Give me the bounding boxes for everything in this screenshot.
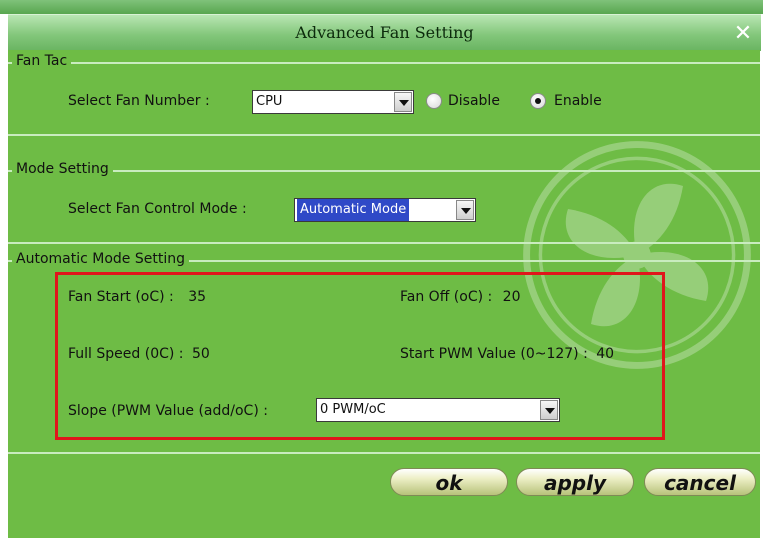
fan-control-mode-select[interactable]: Automatic Mode — [294, 198, 476, 222]
fan-number-value: CPU — [256, 94, 283, 109]
chevron-down-icon[interactable] — [456, 200, 474, 220]
dialog-body: Fan Tac Select Fan Number : CPU Disable … — [8, 50, 760, 538]
close-icon[interactable]: ✕ — [731, 22, 755, 46]
title-bar[interactable]: Advanced Fan Setting ✕ — [8, 14, 761, 51]
fan-number-select[interactable]: CPU — [252, 90, 414, 114]
dialog-title: Advanced Fan Setting — [295, 23, 474, 42]
mode-setting-title: Mode Setting — [12, 161, 113, 177]
disable-radio[interactable] — [426, 93, 442, 109]
cancel-button[interactable]: cancel — [644, 468, 756, 496]
automatic-mode-setting-title: Automatic Mode Setting — [12, 251, 189, 267]
enable-radio[interactable] — [530, 93, 546, 109]
parent-window-strip — [0, 0, 763, 14]
enable-label: Enable — [554, 93, 602, 109]
chevron-down-icon[interactable] — [394, 92, 412, 112]
apply-button[interactable]: apply — [516, 468, 634, 496]
mode-setting-group: Mode Setting Select Fan Control Mode : A… — [8, 161, 760, 244]
advanced-fan-setting-dialog: Advanced Fan Setting ✕ Fan Tac Select Fa… — [0, 0, 763, 542]
fan-control-mode-value: Automatic Mode — [297, 199, 410, 221]
select-fan-control-mode-label: Select Fan Control Mode : — [68, 201, 247, 217]
highlight-box — [55, 272, 665, 440]
disable-label: Disable — [448, 93, 500, 109]
fan-tac-title: Fan Tac — [12, 53, 72, 69]
fan-tac-group: Fan Tac Select Fan Number : CPU Disable … — [8, 53, 760, 136]
select-fan-number-label: Select Fan Number : — [68, 93, 210, 109]
ok-button[interactable]: ok — [390, 468, 508, 496]
